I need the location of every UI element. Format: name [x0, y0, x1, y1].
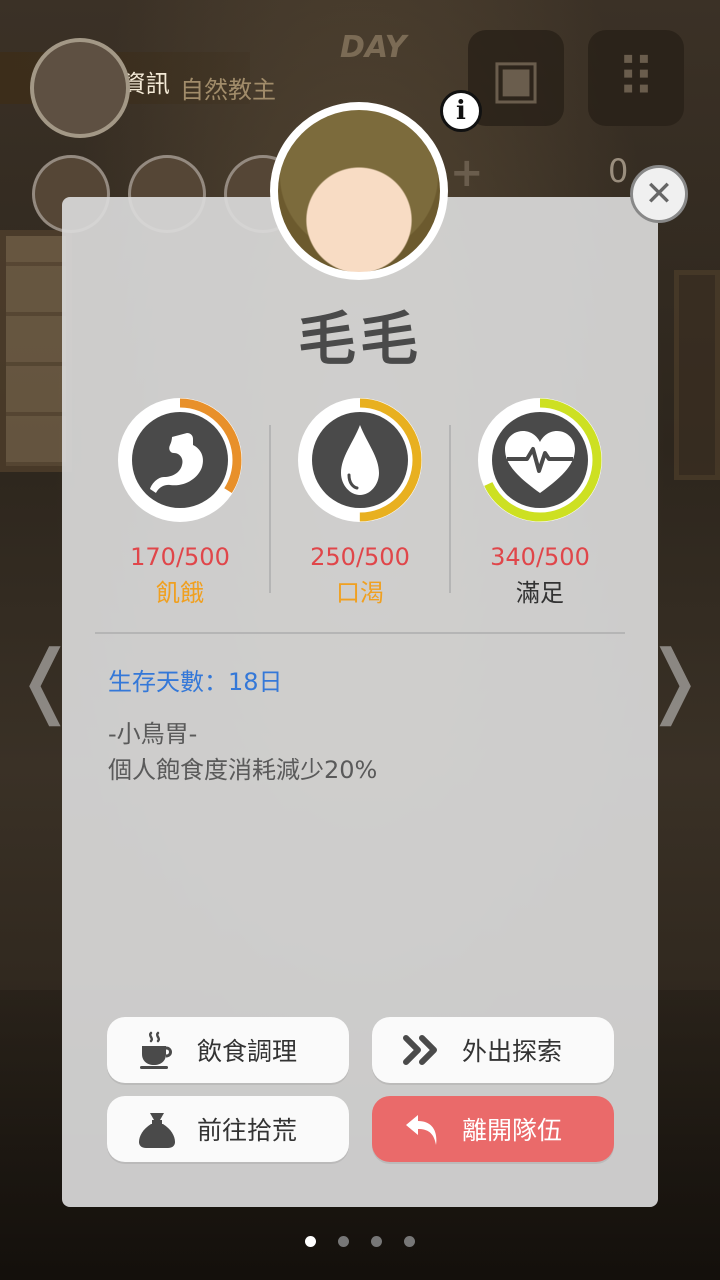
menu-button[interactable]: ⠿	[588, 30, 684, 126]
thirst-value: 250/500	[310, 543, 410, 571]
thirst-label: 口渴	[336, 579, 384, 607]
cook-button-label: 飲食調理	[197, 1037, 298, 1066]
survival-days: 生存天數：18日	[108, 668, 283, 696]
hunger-value: 170/500	[130, 543, 230, 571]
hud-subtitle: 自然教主	[180, 76, 276, 104]
add-icon: +	[450, 150, 484, 196]
box-icon: ▣	[490, 46, 542, 110]
inventory-button[interactable]: ▣	[468, 30, 564, 126]
leader-avatar[interactable]	[30, 38, 130, 138]
info-icon[interactable]: i	[440, 90, 482, 132]
satisfaction-ring	[478, 398, 602, 522]
explore-button[interactable]: 外出探索	[372, 1017, 614, 1083]
hunger-label: 飢餓	[156, 579, 204, 607]
hunger-stat: 170/500 飢餓	[115, 395, 245, 608]
return-arrow-icon	[398, 1109, 446, 1149]
trait-description: 個人飽食度消耗減少20%	[108, 756, 378, 784]
grid-icon: ⠿	[616, 46, 656, 110]
page-dot[interactable]	[338, 1236, 349, 1247]
leave-team-button-label: 離開隊伍	[462, 1116, 563, 1145]
satisfaction-value: 340/500	[490, 543, 590, 571]
page-dot[interactable]	[371, 1236, 382, 1247]
stat-divider	[269, 425, 271, 593]
character-name: 毛毛	[297, 305, 422, 373]
section-divider	[95, 632, 625, 634]
coffee-cup-icon	[133, 1030, 181, 1070]
hunger-ring	[118, 398, 242, 522]
trait-name: -小鳥胃-	[108, 720, 198, 748]
stat-divider	[449, 425, 451, 593]
hud-counter: 0	[608, 152, 629, 190]
page-indicator	[0, 1236, 720, 1247]
scavenge-button-label: 前往拾荒	[197, 1116, 298, 1145]
cook-button[interactable]: 飲食調理	[107, 1017, 349, 1083]
satisfaction-stat: 340/500 滿足	[475, 395, 605, 608]
close-icon[interactable]: ✕	[630, 165, 688, 223]
character-portrait	[278, 110, 440, 272]
sack-icon	[133, 1109, 181, 1149]
character-avatar	[270, 102, 448, 280]
page-dot[interactable]	[404, 1236, 415, 1247]
leave-team-button[interactable]: 離開隊伍	[372, 1096, 614, 1162]
day-counter: DAY	[340, 30, 406, 65]
scavenge-button[interactable]: 前往拾荒	[107, 1096, 349, 1162]
thirst-stat: 250/500 口渴	[295, 395, 425, 608]
page-dot[interactable]	[305, 1236, 316, 1247]
thirst-ring	[298, 398, 422, 522]
satisfaction-label: 滿足	[516, 579, 564, 607]
day-label: DAY	[340, 30, 407, 65]
double-chevron-right-icon	[398, 1030, 446, 1070]
explore-button-label: 外出探索	[462, 1037, 563, 1066]
